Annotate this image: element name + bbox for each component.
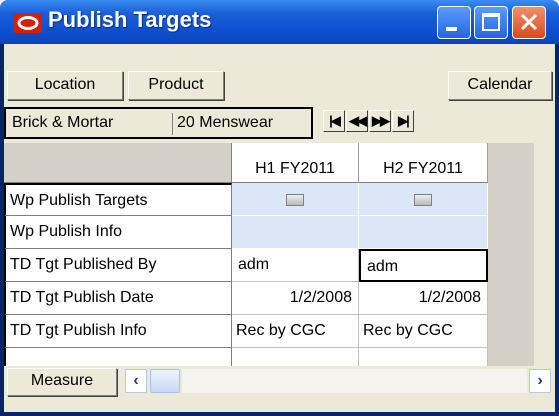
column-header[interactable]: H2 FY2011 xyxy=(359,143,488,183)
row-header[interactable]: Wp Publish Targets xyxy=(4,183,232,216)
first-page-button[interactable]: |◀ xyxy=(323,110,345,132)
published-by-cell[interactable]: adm xyxy=(232,249,359,282)
close-button[interactable] xyxy=(512,6,546,39)
publish-info-cell[interactable] xyxy=(359,216,488,249)
close-icon xyxy=(520,13,538,31)
published-by-cell-selected[interactable]: adm xyxy=(359,249,488,282)
publish-checkbox[interactable] xyxy=(414,194,432,206)
publish-targets-window: Publish Targets Location Product Calenda… xyxy=(0,0,559,416)
dimension-header: Brick & Mortar 20 Menswear xyxy=(4,107,313,139)
last-page-button[interactable]: ▶| xyxy=(392,110,414,132)
product-header-value[interactable]: 20 Menswear xyxy=(177,109,273,137)
last-page-icon: ▶| xyxy=(398,113,410,128)
publish-date-cell[interactable]: 1/2/2008 xyxy=(232,282,359,315)
window-title: Publish Targets xyxy=(48,7,212,32)
row-header[interactable]: TD Tgt Publish Info xyxy=(4,315,232,348)
title-bar[interactable]: Publish Targets xyxy=(0,0,559,44)
chevron-right-icon: › xyxy=(537,372,543,389)
bottom-bar: Measure ‹ › xyxy=(4,366,555,398)
maximize-icon xyxy=(482,13,500,31)
next-page-button[interactable]: ▶▶ xyxy=(369,110,391,132)
publish-info-text-cell[interactable]: Rec by CGC xyxy=(232,315,359,348)
publish-date-cell[interactable]: 1/2/2008 xyxy=(359,282,488,315)
previous-page-button[interactable]: ◀◀ xyxy=(346,110,368,132)
first-page-icon: |◀ xyxy=(329,113,341,128)
maximize-button[interactable] xyxy=(474,6,508,39)
previous-page-icon: ◀◀ xyxy=(349,113,367,128)
publish-info-text-cell[interactable]: Rec by CGC xyxy=(359,315,488,348)
publish-checkbox[interactable] xyxy=(286,194,304,206)
scroll-right-button[interactable]: › xyxy=(529,369,551,393)
row-header[interactable]: Wp Publish Info xyxy=(4,216,232,249)
publish-targets-cell[interactable] xyxy=(359,183,488,216)
calendar-button[interactable]: Calendar xyxy=(448,71,552,100)
location-header-value[interactable]: Brick & Mortar xyxy=(12,109,113,137)
chevron-left-icon: ‹ xyxy=(133,372,139,389)
row-header[interactable]: TD Tgt Published By xyxy=(4,249,232,282)
row-header[interactable]: TD Tgt Publish Date xyxy=(4,282,232,315)
minimize-icon xyxy=(446,27,457,31)
grid-corner xyxy=(4,143,232,183)
location-button[interactable]: Location xyxy=(7,71,123,100)
product-button[interactable]: Product xyxy=(128,71,224,100)
publish-targets-cell[interactable] xyxy=(232,183,359,216)
scroll-left-button[interactable]: ‹ xyxy=(125,369,147,393)
horizontal-scrollbar-thumb[interactable] xyxy=(150,369,180,393)
oracle-logo-icon xyxy=(14,13,42,33)
horizontal-scrollbar-track[interactable] xyxy=(182,369,527,393)
publish-info-cell[interactable] xyxy=(232,216,359,249)
measure-button[interactable]: Measure xyxy=(7,368,117,396)
next-page-icon: ▶▶ xyxy=(372,113,390,128)
column-header[interactable]: H1 FY2011 xyxy=(232,143,359,183)
header-divider xyxy=(172,113,173,135)
minimize-button[interactable] xyxy=(437,6,471,39)
data-grid: H1 FY2011 H2 FY2011 Wp Publish Targets W… xyxy=(4,143,534,370)
